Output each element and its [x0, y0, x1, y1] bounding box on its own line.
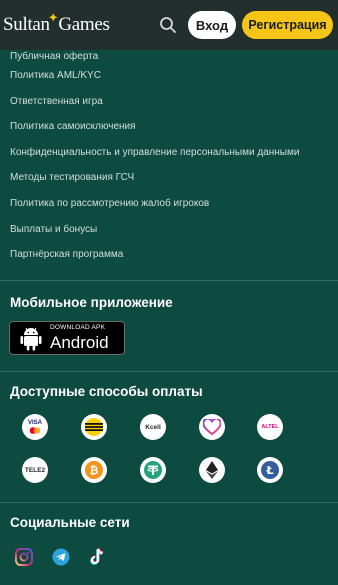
link-self-exclusion[interactable]: Политика самоисключения [10, 114, 335, 140]
login-button[interactable]: Вход [188, 11, 236, 39]
visa-mastercard-icon: VISA [22, 414, 48, 440]
social-networks-title: Социальные сети [10, 515, 130, 530]
instagram-link[interactable] [15, 548, 33, 566]
link-affiliate[interactable]: Партнёрская программа [10, 242, 335, 268]
logo-text-sultan: Sultan [3, 14, 50, 35]
beeline-icon [81, 414, 107, 440]
divider [0, 502, 338, 503]
link-rng-testing[interactable]: Методы тестирования ГСЧ [10, 165, 335, 191]
instagram-icon [15, 548, 33, 566]
link-aml-kyc[interactable]: Политика AML/KYC [10, 63, 335, 89]
link-complaints[interactable]: Политика по рассмотрению жалоб игроков [10, 191, 335, 217]
link-responsible-gaming[interactable]: Ответственная игра [10, 89, 335, 115]
tiktok-icon [90, 548, 104, 565]
divider [0, 280, 338, 281]
bitcoin-icon: ₿ [81, 457, 107, 483]
divider [0, 371, 338, 372]
link-payouts-bonuses[interactable]: Выплаты и бонусы [10, 217, 335, 243]
kcell-icon: Kcell [140, 414, 166, 440]
search-icon [160, 17, 176, 33]
logo-text-games: Games [58, 14, 110, 35]
tiktok-link[interactable] [88, 548, 106, 566]
litecoin-icon: Ł [257, 457, 283, 483]
link-public-offer[interactable]: Публичная оферта [10, 50, 335, 63]
mobile-app-title: Мобильное приложение [10, 295, 173, 310]
svg-text:₿: ₿ [90, 464, 99, 477]
footer-links: Публичная оферта Политика AML/KYC Ответс… [10, 50, 335, 268]
svg-text:Ł: Ł [265, 464, 273, 477]
link-privacy[interactable]: Конфиденциальность и управление персонал… [10, 140, 335, 166]
tele2-icon: TELE2 [22, 457, 48, 483]
search-button[interactable] [154, 11, 182, 39]
payment-methods-title: Доступные способы оплаты [10, 384, 203, 399]
tether-icon [140, 457, 166, 483]
download-apk-button[interactable]: DOWNLOAD APK Android [9, 321, 125, 355]
heart-logo-icon [199, 414, 225, 440]
altel-icon: ALTEL [257, 414, 283, 440]
logo-star-icon: ✦ [47, 10, 59, 25]
register-button[interactable]: Регистрация [242, 11, 333, 39]
ethereum-icon [199, 457, 225, 483]
top-header: Sultan ✦ Games Вход Регистрация [0, 0, 338, 50]
telegram-icon [52, 548, 70, 566]
apk-small-label: DOWNLOAD APK [50, 324, 106, 332]
telegram-link[interactable] [52, 548, 70, 566]
android-icon [20, 327, 42, 350]
sultan-games-logo[interactable]: Sultan ✦ Games [3, 10, 110, 36]
apk-big-label: Android [50, 332, 109, 352]
